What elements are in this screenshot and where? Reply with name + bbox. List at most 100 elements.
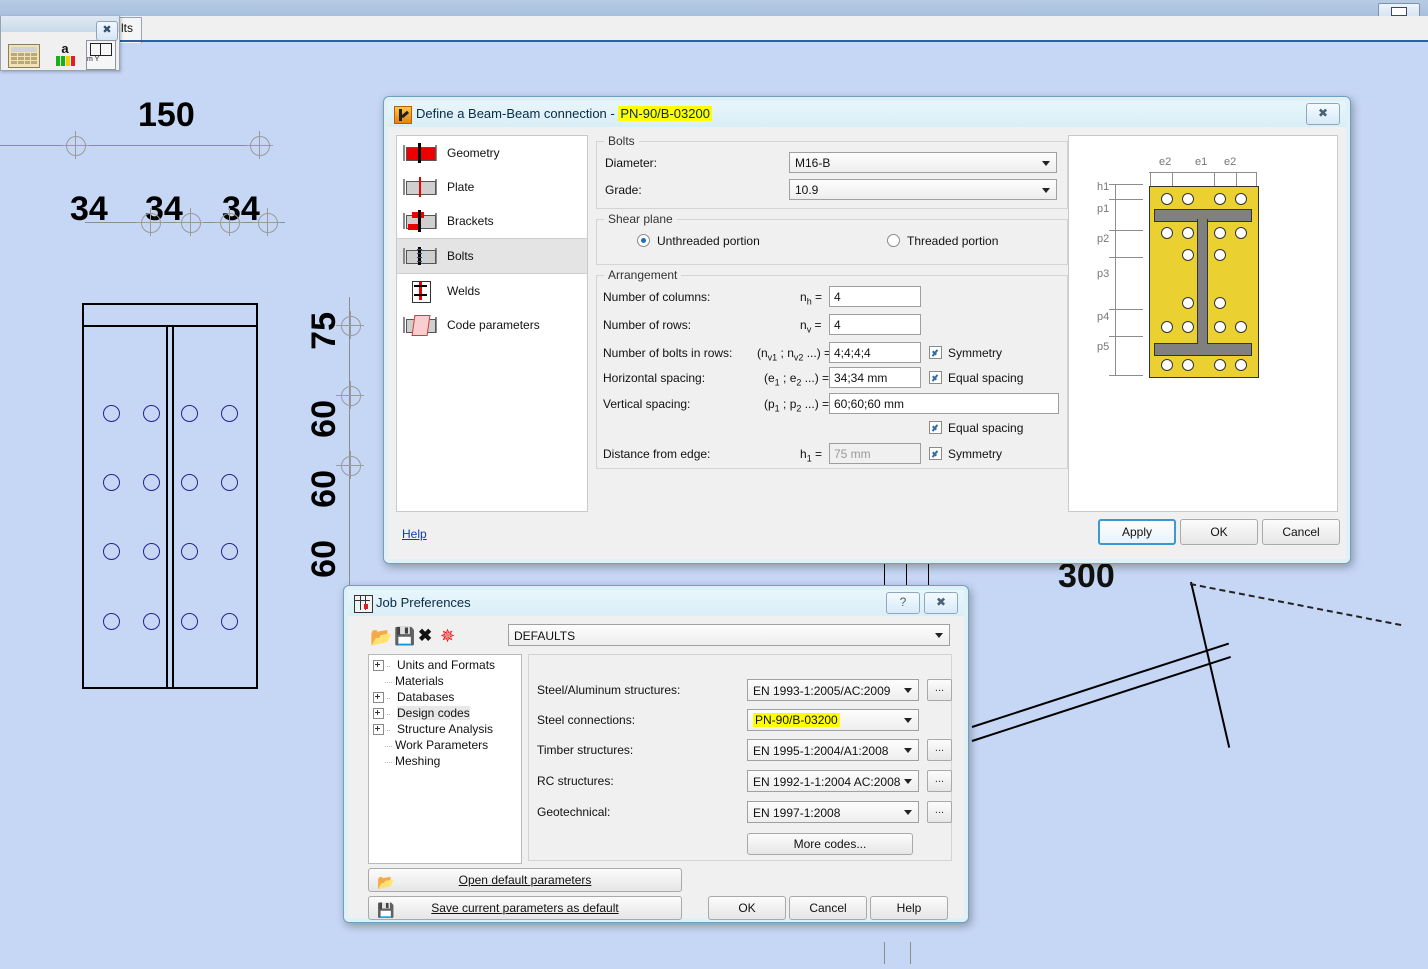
tree-item-label: Structure Analysis	[397, 722, 494, 736]
sidebar-item-welds[interactable]: Welds	[397, 274, 587, 308]
vertical-spacing-input[interactable]	[829, 393, 1059, 414]
horizontal-spacing-input[interactable]	[829, 367, 921, 388]
help-button[interactable]: Help	[870, 896, 948, 920]
tree-item-design-codes[interactable]: ·· Design codes	[371, 706, 521, 722]
chevron-down-icon	[904, 779, 912, 784]
sidebar-item-brackets[interactable]: Brackets	[397, 204, 587, 238]
define-connection-dialog[interactable]: Define a Beam-Beam connection - PN-90/B-…	[383, 96, 1351, 564]
horizontal-spacing-equal-checkbox[interactable]	[929, 371, 942, 384]
toolbar-close-icon[interactable]: ✖	[96, 21, 118, 41]
save-default-parameters-button[interactable]: 💾 Save current parameters as default	[368, 896, 682, 920]
distance-from-edge-symmetry-checkbox[interactable]	[929, 447, 942, 460]
cancel-button[interactable]: Cancel	[1262, 519, 1340, 545]
steel-aluminum-browse-button[interactable]: ...	[927, 679, 952, 701]
bolts-in-rows-symmetry-checkbox[interactable]	[929, 346, 942, 359]
job-preferences-tree[interactable]: ·· Units and Formats ···· Materials ·· Data…	[368, 654, 522, 864]
sidebar-item-bolts[interactable]: Bolts	[397, 238, 587, 274]
geotechnical-browse-button[interactable]: ...	[927, 801, 952, 823]
bolt-hole	[143, 613, 160, 630]
tree-item-work-parameters[interactable]: ···· Work Parameters	[371, 738, 521, 754]
brackets-icon	[403, 210, 437, 232]
open-default-parameters-label: Open default parameters	[458, 873, 592, 887]
diameter-value: M16-B	[795, 156, 831, 170]
table-icon[interactable]: m Y	[86, 40, 116, 70]
vertical-spacing-equal-checkbox[interactable]	[929, 421, 942, 434]
member-edge-upper	[971, 642, 1230, 728]
steel-connections-combo[interactable]: PN-90/B-03200	[747, 709, 919, 731]
shear-plane-caption: Shear plane	[604, 212, 677, 226]
save-icon[interactable]: 💾	[394, 627, 415, 647]
job-preferences-title-bar[interactable]: Job Preferences	[348, 590, 964, 616]
expander-icon[interactable]	[373, 692, 384, 704]
sidebar-item-geometry[interactable]: Geometry	[397, 136, 587, 170]
ok-button[interactable]: OK	[1180, 519, 1258, 545]
bolt-hole	[221, 405, 238, 422]
tree-item-units-and-formats[interactable]: ·· Units and Formats	[371, 658, 521, 674]
web-line-right	[172, 327, 174, 687]
diameter-combo[interactable]: M16-B	[789, 152, 1057, 173]
cancel-button[interactable]: Cancel	[789, 896, 867, 920]
preview-end-plate	[1149, 186, 1259, 378]
tree-item-materials[interactable]: ···· Materials	[371, 674, 521, 690]
number-of-rows-input[interactable]	[829, 314, 921, 335]
preview-label-e1: e1	[1195, 156, 1208, 168]
text-color-icon[interactable]: a	[52, 42, 78, 68]
job-preferences-toolbar[interactable]: 📂 💾 ✖ ✵	[370, 624, 462, 650]
expander-icon[interactable]	[373, 708, 384, 720]
client-area-edge	[112, 40, 1428, 42]
shear-plane-group: Shear plane Unthreaded portion Threaded …	[596, 212, 1068, 265]
dim-text-150: 150	[138, 96, 195, 134]
connection-nav-list[interactable]: Geometry Plate Brackets Bolts Welds Code…	[396, 135, 588, 512]
expander-icon[interactable]	[373, 724, 384, 736]
calculator-icon[interactable]	[8, 44, 40, 68]
delete-icon[interactable]: ✖	[418, 626, 432, 646]
radio-threaded-portion[interactable]	[887, 234, 900, 247]
expander-icon[interactable]	[373, 660, 384, 672]
preview-bolt	[1214, 227, 1226, 239]
distance-from-edge-input[interactable]	[829, 443, 921, 464]
help-link[interactable]: Help	[402, 527, 427, 541]
chevron-down-icon	[904, 810, 912, 815]
new-icon[interactable]: ✵	[440, 626, 455, 647]
tree-item-structure-analysis[interactable]: ·· Structure Analysis	[371, 722, 521, 738]
geotechnical-combo[interactable]: EN 1997-1:2008	[747, 801, 919, 823]
number-of-columns-input[interactable]	[829, 286, 921, 307]
job-preferences-dialog[interactable]: Job Preferences ? ✖ 📂 💾 ✖ ✵ DEFAULTS ·· U…	[343, 585, 969, 923]
connection-preview-panel: e2 e1 e2 h1 p1 p2 p3 p4 p5	[1068, 135, 1338, 512]
e-series-symbol: (e1 ; e2 ...) =	[764, 371, 830, 388]
grade-combo[interactable]: 10.9	[789, 179, 1057, 200]
radio-unthreaded-portion[interactable]	[637, 234, 650, 247]
ok-button[interactable]: OK	[708, 896, 786, 920]
cad-marker	[136, 208, 164, 236]
preview-bolt	[1214, 249, 1226, 261]
connection-dialog-title-bar[interactable]: Define a Beam-Beam connection - PN-90/B-…	[388, 101, 1346, 127]
cad-marker	[215, 208, 243, 236]
rc-structures-combo[interactable]: EN 1992-1-1:2004 AC:2008	[747, 770, 919, 792]
bolt-hole	[103, 474, 120, 491]
more-codes-button[interactable]: More codes...	[747, 833, 913, 855]
close-icon[interactable]: ✖	[1306, 103, 1340, 125]
dim-text-60-a: 60	[305, 400, 343, 438]
timber-structures-browse-button[interactable]: ...	[927, 739, 952, 761]
help-icon[interactable]: ?	[886, 592, 920, 614]
member-edge-vertical	[1190, 581, 1231, 748]
horizontal-spacing-equal-label: Equal spacing	[948, 371, 1024, 385]
open-default-parameters-button[interactable]: 📂 Open default parameters	[368, 868, 682, 892]
sidebar-item-code-parameters[interactable]: Code parameters	[397, 308, 587, 342]
profile-combo[interactable]: DEFAULTS	[508, 624, 950, 646]
sidebar-item-plate[interactable]: Plate	[397, 170, 587, 204]
close-icon[interactable]: ✖	[924, 592, 958, 614]
p-series-symbol: (p1 ; p2 ...) =	[764, 397, 830, 414]
apply-button[interactable]: Apply	[1098, 519, 1176, 545]
tree-item-databases[interactable]: ·· Databases	[371, 690, 521, 706]
open-icon[interactable]: 📂	[370, 627, 392, 648]
preview-label-e2-right: e2	[1224, 156, 1237, 168]
tree-item-meshing[interactable]: ···· Meshing	[371, 754, 521, 770]
timber-structures-combo[interactable]: EN 1995-1:2004/A1:2008	[747, 739, 919, 761]
bolts-in-rows-symmetry-label: Symmetry	[948, 346, 1002, 360]
number-of-columns-label: Number of columns:	[603, 290, 711, 304]
rc-structures-browse-button[interactable]: ...	[927, 770, 952, 792]
bolts-in-rows-input[interactable]	[829, 342, 921, 363]
steel-aluminum-combo[interactable]: EN 1993-1:2005/AC:2009	[747, 679, 919, 701]
preview-bolt	[1235, 359, 1247, 371]
